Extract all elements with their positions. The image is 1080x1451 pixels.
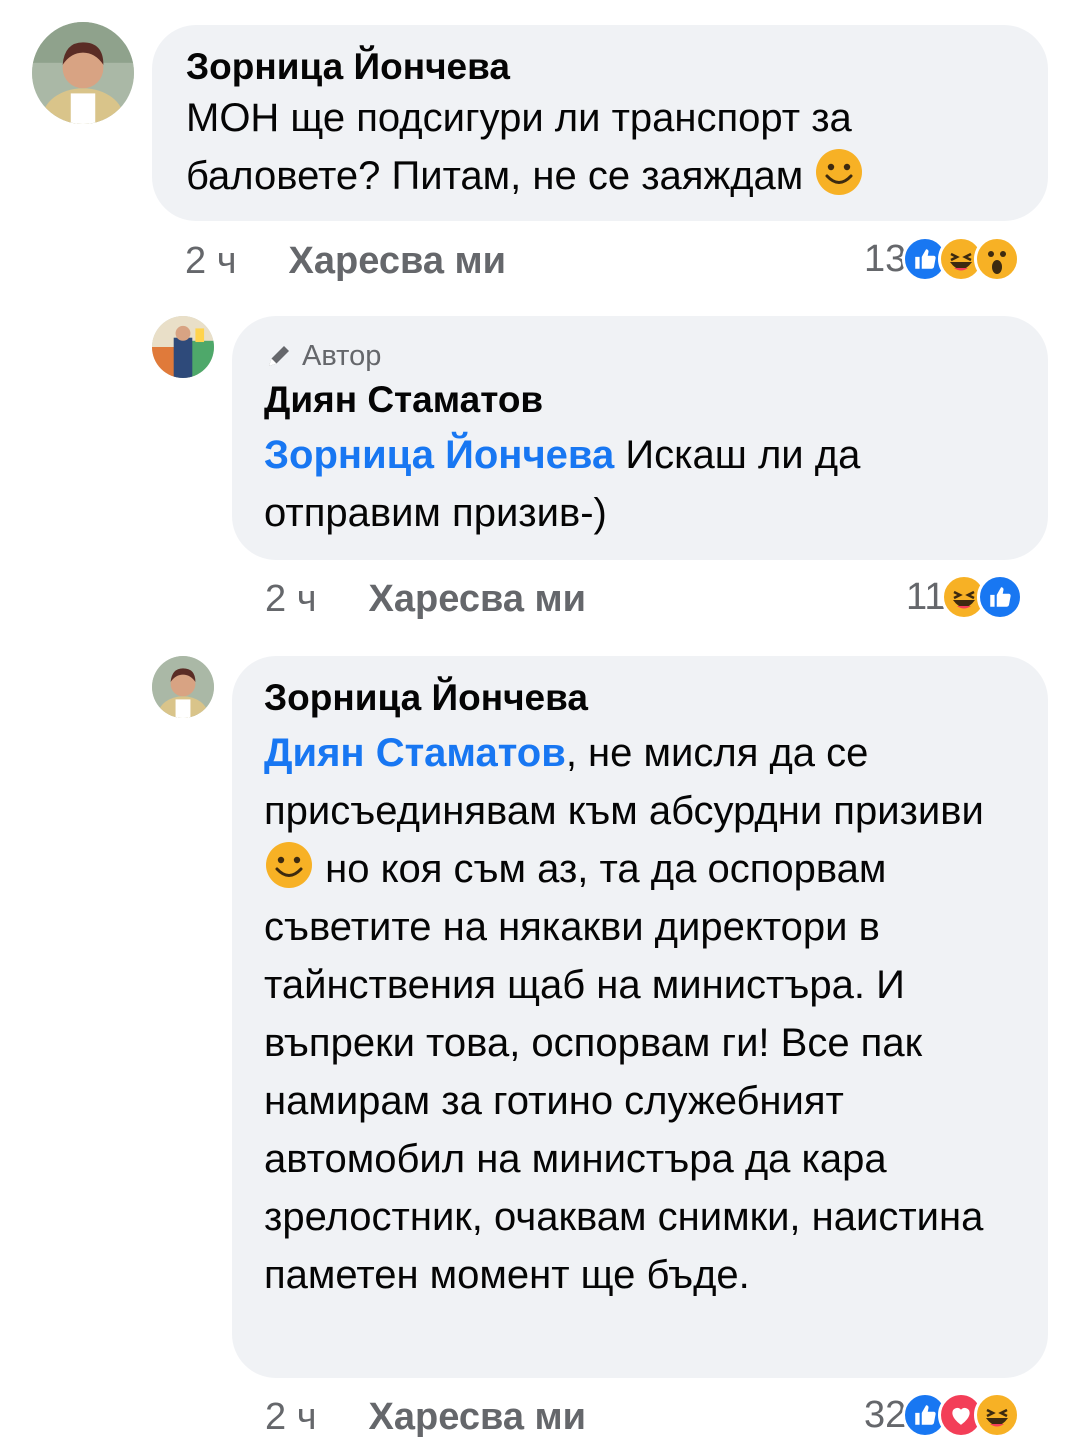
wow-icon — [974, 236, 1021, 282]
comment-author[interactable]: Зорница Йончева — [264, 676, 1016, 720]
like-button[interactable]: Харесва ми — [369, 1396, 586, 1439]
comment-text: Зорница Йончева Искаш ли да отправим при… — [264, 426, 1016, 542]
smile-emoji-icon — [816, 149, 863, 195]
comment-time[interactable]: 2 ч — [265, 578, 317, 621]
comment-text: Диян Стаматов, не мисля да се присъединя… — [264, 724, 1016, 1304]
comment-time[interactable]: 2 ч — [265, 1396, 317, 1439]
reaction-summary[interactable]: 32 — [864, 1388, 1021, 1442]
avatar[interactable] — [152, 656, 214, 718]
comment-author[interactable]: Диян Стаматов — [264, 378, 1016, 422]
comment-bubble: Зорница Йончева МОН ще подсигури ли тран… — [152, 25, 1048, 221]
comment-body-part2: но коя съм аз, та да оспорвам съветите н… — [264, 847, 984, 1297]
pencil-icon — [269, 346, 289, 366]
comment-bubble: Автор Диян Стаматов Зорница Йончева Иска… — [232, 316, 1048, 560]
author-badge: Автор — [264, 338, 1016, 374]
avatar[interactable] — [152, 316, 214, 378]
comment-meta: 2 ч Харесва ми — [265, 574, 586, 624]
comment-time[interactable]: 2 ч — [185, 240, 237, 283]
comment-text: МОН ще подсигури ли транспорт за баловет… — [186, 89, 1014, 205]
reaction-count: 13 — [864, 237, 907, 280]
mention-link[interactable]: Зорница Йончева — [264, 433, 614, 477]
like-button[interactable]: Харесва ми — [289, 240, 506, 283]
haha-icon — [974, 1392, 1021, 1438]
reaction-count: 11 — [906, 575, 946, 618]
comment-bubble: Зорница Йончева Диян Стаматов, не мисля … — [232, 656, 1048, 1378]
reaction-count: 32 — [864, 1393, 907, 1436]
smile-emoji-icon — [266, 842, 312, 888]
author-badge-label: Автор — [302, 340, 382, 372]
mention-link[interactable]: Диян Стаматов — [264, 731, 566, 775]
reaction-summary[interactable]: 13 — [864, 232, 1021, 286]
comment-author[interactable]: Зорница Йончева — [186, 45, 1014, 89]
comment-meta: 2 ч Харесва ми — [185, 236, 506, 286]
avatar[interactable] — [32, 22, 134, 124]
comment-body: МОН ще подсигури ли транспорт за баловет… — [186, 96, 852, 198]
like-icon — [977, 574, 1024, 620]
comment-meta: 2 ч Харесва ми — [265, 1392, 586, 1442]
like-button[interactable]: Харесва ми — [369, 578, 586, 621]
reaction-summary[interactable]: 11 — [906, 570, 1024, 624]
